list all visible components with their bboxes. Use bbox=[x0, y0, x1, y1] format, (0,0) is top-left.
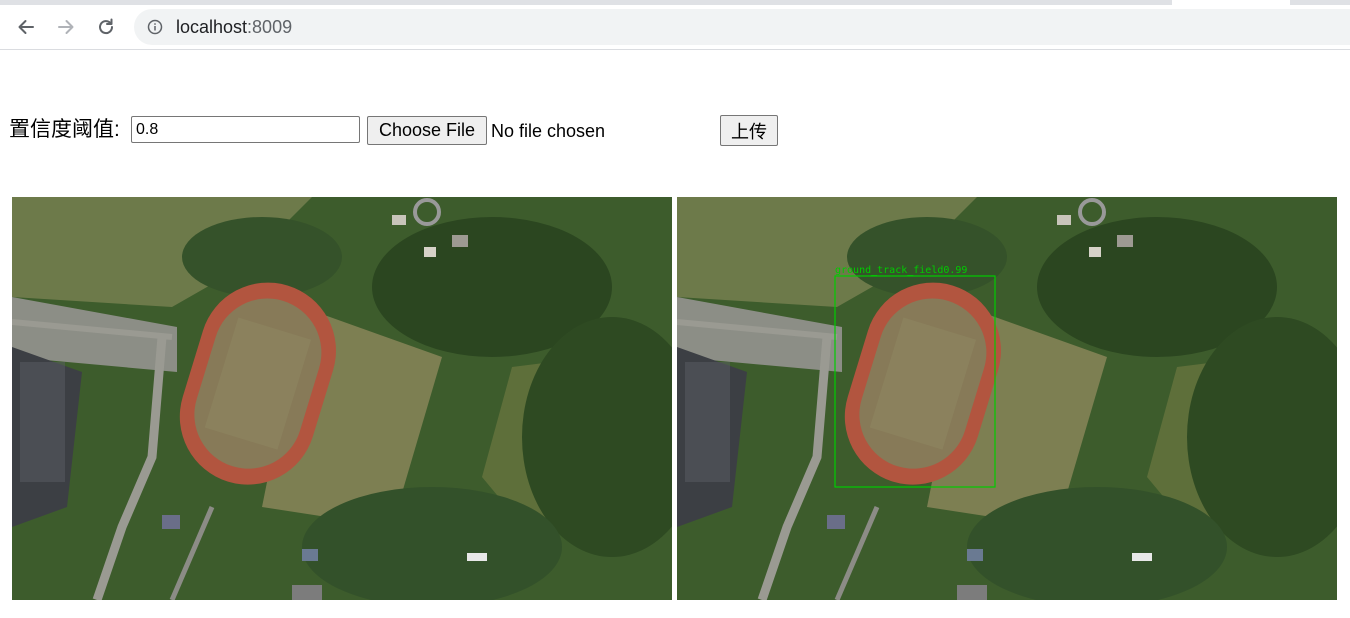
back-button[interactable] bbox=[14, 15, 38, 39]
file-status-text: No file chosen bbox=[491, 121, 606, 141]
info-icon[interactable] bbox=[147, 19, 163, 35]
threshold-label: 置信度阈值: bbox=[9, 118, 120, 141]
reload-icon bbox=[99, 18, 114, 35]
upload-form: 置信度阈值: Choose File No file chosen 上传 bbox=[9, 114, 789, 148]
threshold-input[interactable] bbox=[131, 116, 360, 143]
back-arrow-icon bbox=[18, 20, 34, 34]
browser-toolbar: localhost:8009 bbox=[0, 5, 1350, 50]
url-text: localhost:8009 bbox=[176, 18, 292, 36]
choose-file-button[interactable]: Choose File bbox=[367, 116, 487, 145]
forward-arrow-icon bbox=[58, 20, 74, 34]
forward-button[interactable] bbox=[54, 15, 78, 39]
address-bar[interactable]: localhost:8009 bbox=[134, 9, 1350, 45]
url-host: localhost bbox=[176, 17, 248, 37]
detection-result-image: ground_track_field0.99 bbox=[677, 197, 1337, 600]
reload-button[interactable] bbox=[94, 15, 118, 39]
upload-button[interactable]: 上传 bbox=[720, 115, 778, 146]
url-port: :8009 bbox=[247, 17, 293, 37]
detection-label: ground_track_field0.99 bbox=[835, 265, 967, 276]
original-aerial-image bbox=[12, 197, 672, 600]
